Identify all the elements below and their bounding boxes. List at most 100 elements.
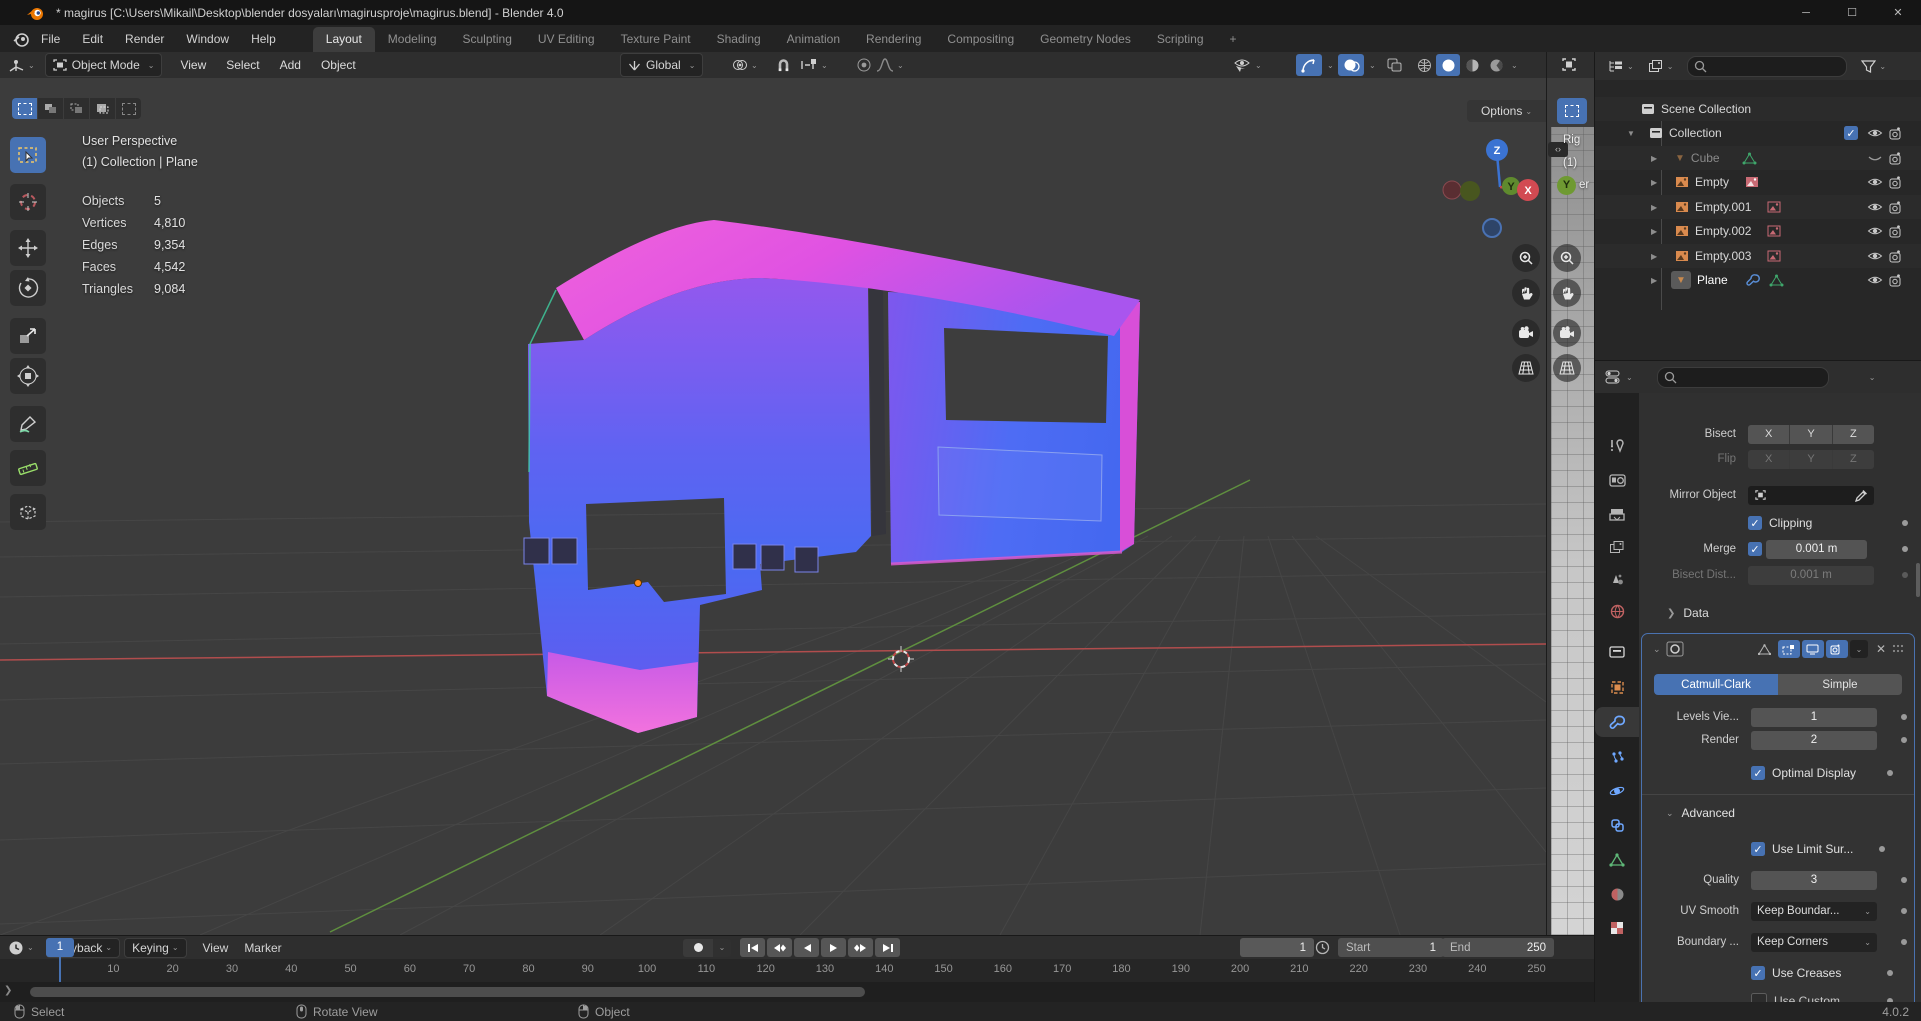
hide-eye-icon[interactable] (1867, 250, 1883, 262)
catmull-clark-button[interactable]: Catmull-Clark (1654, 674, 1778, 695)
overlays-dropdown[interactable]: ⌄ (1369, 61, 1376, 70)
select-mode-intersect[interactable] (116, 98, 141, 119)
outliner-filter-mode[interactable]: ⌄ (1648, 59, 1673, 73)
hide-eye-icon[interactable] (1867, 225, 1883, 237)
optimal-display-checkbox[interactable]: ✓ (1751, 766, 1765, 780)
outliner-filter-button[interactable]: ⌄ (1861, 59, 1886, 73)
workspace-tab[interactable]: Shading (704, 27, 774, 52)
flip-z-button[interactable]: Z (1832, 449, 1874, 469)
strip-editor-icon[interactable] (1561, 57, 1577, 72)
zoom-button[interactable] (1512, 244, 1540, 272)
tab-collection[interactable] (1595, 636, 1639, 666)
gizmo-neg-y[interactable] (1460, 181, 1480, 201)
expand-chevron-icon[interactable]: ⌄ (1653, 644, 1661, 655)
outliner-row-empty-001[interactable]: ▶ Empty.001 (1595, 195, 1921, 219)
workspace-tab[interactable]: + (1217, 27, 1250, 52)
menu-item[interactable]: Edit (71, 25, 114, 52)
gizmos-toggle[interactable] (1296, 54, 1322, 76)
snap-toggle[interactable] (776, 58, 791, 73)
proportional-edit-toggle[interactable]: ⌄ (856, 57, 904, 73)
bisect-x-button[interactable]: X (1748, 424, 1791, 444)
close-button[interactable]: ✕ (1875, 0, 1921, 25)
strip-zoom-button[interactable] (1553, 244, 1581, 272)
outliner-row-empty-002[interactable]: ▶ Empty.002 (1595, 219, 1921, 243)
shading-dropdown[interactable]: ⌄ (1511, 61, 1518, 70)
animate-dot[interactable] (1902, 520, 1908, 526)
tool-select-box[interactable] (10, 137, 46, 173)
viewport-strip[interactable]: ‹› Rig (1) Y er (1546, 52, 1595, 935)
workspace-tab[interactable]: Texture Paint (608, 27, 704, 52)
menu-item[interactable]: File (30, 25, 71, 52)
advanced-section-header[interactable]: ⌄ Advanced (1642, 802, 1914, 824)
select-mode-new[interactable] (12, 98, 37, 119)
bisect-z-button[interactable]: Z (1832, 424, 1874, 444)
expand-caret-icon[interactable]: ▼ (1627, 129, 1635, 138)
camera-view-button[interactable] (1512, 319, 1540, 347)
workspace-tab[interactable]: Sculpting (450, 27, 525, 52)
object-visibility-button[interactable]: ⌄ (1232, 57, 1262, 73)
outliner-search[interactable] (1687, 55, 1848, 77)
render-levels-field[interactable]: 2 (1751, 730, 1877, 750)
shading-wireframe-button[interactable] (1412, 54, 1436, 76)
transform-orientation[interactable]: Global ⌄ (620, 53, 704, 77)
outliner-row-plane[interactable]: ▶ ▼ Plane (1595, 268, 1921, 292)
animate-dot[interactable] (1901, 939, 1907, 945)
workspace-tab[interactable]: Geometry Nodes (1027, 27, 1144, 52)
shading-solid-button[interactable] (1436, 54, 1460, 76)
play-reverse-button[interactable] (794, 938, 819, 957)
properties-display-mode[interactable]: ⌄ (1605, 370, 1633, 384)
ortho-toggle-button[interactable] (1512, 354, 1540, 382)
snap-settings[interactable]: ⌄ (800, 58, 828, 72)
current-frame-field[interactable]: 1 (1240, 938, 1314, 957)
tool-add-cube[interactable] (10, 494, 46, 530)
maximize-button[interactable]: ☐ (1829, 0, 1875, 25)
outliner-row-collection[interactable]: ▼ Collection ✓ (1595, 121, 1921, 145)
editor-type-button[interactable]: ⌄ (8, 58, 35, 73)
tab-material[interactable] (1595, 879, 1639, 909)
navigation-gizmo[interactable]: Y X Z (1442, 139, 1539, 238)
workspace-tab[interactable]: Rendering (853, 27, 934, 52)
tool-rotate[interactable] (10, 270, 46, 306)
workspace-tab[interactable]: Scripting (1144, 27, 1217, 52)
collection-checkbox[interactable]: ✓ (1844, 126, 1858, 140)
bus-model[interactable] (523, 220, 1140, 733)
hide-eye-icon[interactable] (1867, 127, 1883, 139)
tab-physics[interactable] (1595, 776, 1639, 806)
timeline-editor-type[interactable]: ⌄ (8, 940, 34, 956)
quality-field[interactable]: 3 (1751, 870, 1877, 890)
timeline-scrollbar[interactable] (30, 987, 865, 997)
jump-to-end-button[interactable] (875, 938, 900, 957)
strip-gizmo-y[interactable]: Y (1557, 176, 1576, 195)
pivot-point-button[interactable]: ⌄ (732, 57, 758, 73)
viewport-menu-item[interactable]: Object (311, 58, 366, 72)
camera-visibility-icon[interactable] (1889, 175, 1905, 189)
menu-item[interactable]: Render (114, 25, 175, 52)
tab-texture[interactable] (1595, 913, 1639, 943)
camera-visibility-icon[interactable] (1889, 224, 1905, 238)
viewport-menu-item[interactable]: Select (216, 58, 269, 72)
realtime-display-toggle[interactable] (1801, 640, 1824, 658)
animate-dot[interactable] (1902, 546, 1908, 552)
outliner-row-cube[interactable]: ▶ ▼ Cube (1595, 146, 1921, 170)
camera-visibility-icon[interactable] (1889, 200, 1905, 214)
tab-object-data[interactable] (1595, 845, 1639, 875)
levels-field[interactable]: 1 (1751, 707, 1877, 727)
workspace-tab[interactable]: Modeling (375, 27, 450, 52)
tool-measure[interactable] (10, 450, 46, 486)
mode-selector[interactable]: Object Mode ⌄ (44, 53, 163, 77)
gizmos-dropdown[interactable]: ⌄ (1327, 61, 1334, 70)
playhead-frame-badge[interactable]: 1 (46, 938, 74, 957)
tab-scene[interactable] (1595, 564, 1639, 594)
outliner-display-mode[interactable]: ⌄ (1607, 59, 1634, 73)
menu-item[interactable]: Help (240, 25, 287, 52)
menu-item[interactable]: Window (175, 25, 240, 52)
overlays-toggle[interactable] (1338, 54, 1364, 76)
timeline-ruler[interactable]: 10 20 30 40 50 60 70 80 90 100 110 120 130 140 150 160 1… (0, 959, 1594, 982)
gizmo-neg-x[interactable] (1442, 180, 1462, 200)
drag-grip-icon[interactable] (1892, 644, 1906, 654)
use-preview-range-icon[interactable] (1315, 940, 1330, 955)
hide-eye-icon[interactable] (1867, 176, 1883, 188)
tab-output[interactable] (1595, 500, 1639, 530)
tool-scale[interactable] (10, 318, 46, 354)
end-frame-field[interactable]: End 250 (1442, 938, 1554, 957)
